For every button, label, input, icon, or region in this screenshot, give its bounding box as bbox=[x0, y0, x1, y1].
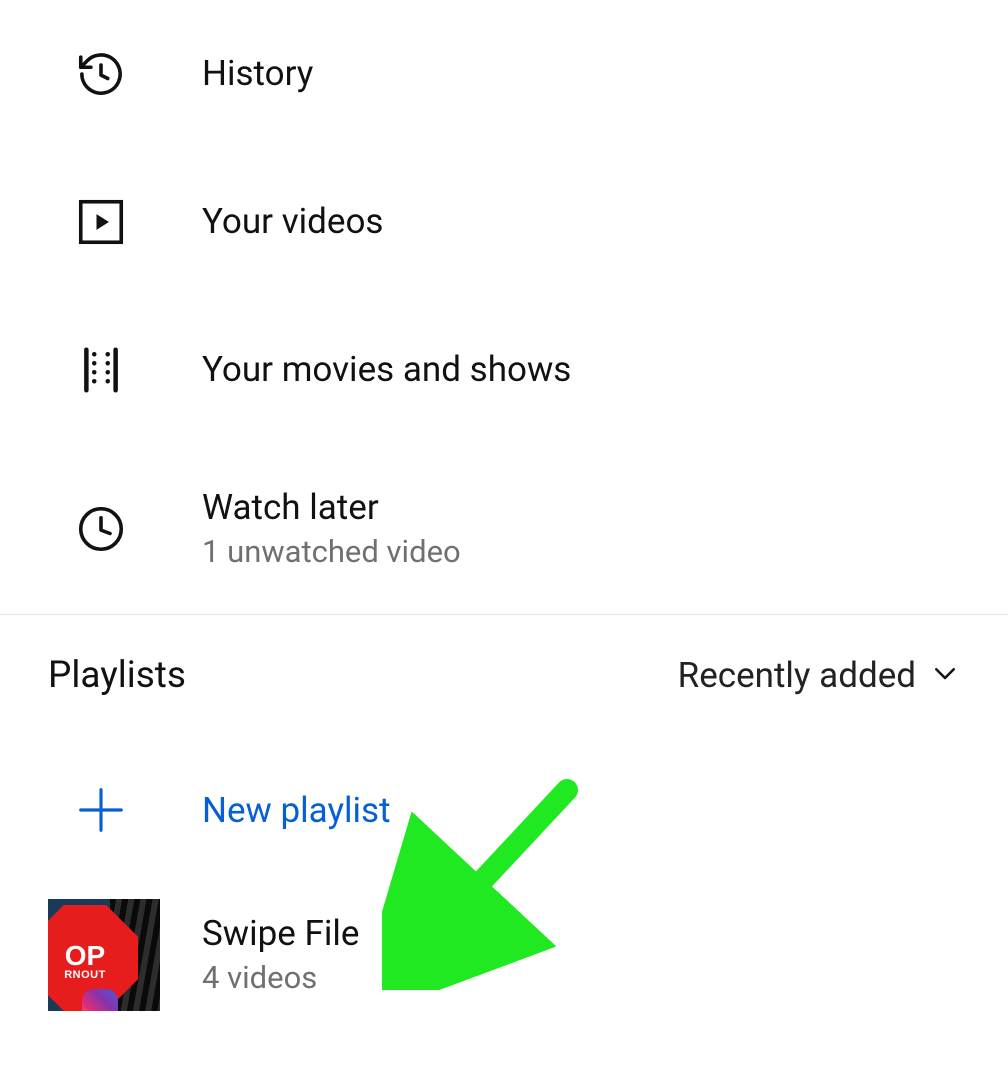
library-item-history[interactable]: History bbox=[0, 0, 1008, 148]
playlist-thumbnail: OP RNOUT bbox=[48, 899, 160, 1011]
library-item-watch-later[interactable]: Watch later 1 unwatched video bbox=[0, 444, 1008, 614]
new-playlist-button[interactable]: New playlist bbox=[0, 735, 1008, 885]
watch-later-sublabel: 1 unwatched video bbox=[202, 530, 461, 573]
plus-icon bbox=[74, 783, 202, 837]
your-videos-label: Your videos bbox=[202, 199, 384, 245]
your-videos-icon bbox=[74, 195, 202, 249]
new-playlist-label: New playlist bbox=[202, 790, 391, 831]
library-item-movies-shows[interactable]: Your movies and shows bbox=[0, 296, 1008, 444]
chevron-down-icon bbox=[930, 658, 960, 692]
watch-later-label: Watch later bbox=[202, 485, 461, 531]
history-label: History bbox=[202, 51, 313, 97]
playlists-section-header: Playlists Recently added bbox=[0, 615, 1008, 735]
library-item-your-videos[interactable]: Your videos bbox=[0, 148, 1008, 296]
watch-later-icon bbox=[74, 502, 202, 556]
playlists-title: Playlists bbox=[48, 654, 186, 697]
playlist-count: 4 videos bbox=[202, 956, 359, 999]
playlists-sort-label: Recently added bbox=[678, 655, 916, 696]
playlist-item-swipe-file[interactable]: OP RNOUT Swipe File 4 videos bbox=[0, 885, 1008, 1025]
playlists-sort-dropdown[interactable]: Recently added bbox=[678, 655, 960, 696]
movies-icon bbox=[74, 343, 202, 397]
movies-shows-label: Your movies and shows bbox=[202, 347, 571, 393]
playlist-title: Swipe File bbox=[202, 911, 359, 957]
history-icon bbox=[74, 47, 202, 101]
